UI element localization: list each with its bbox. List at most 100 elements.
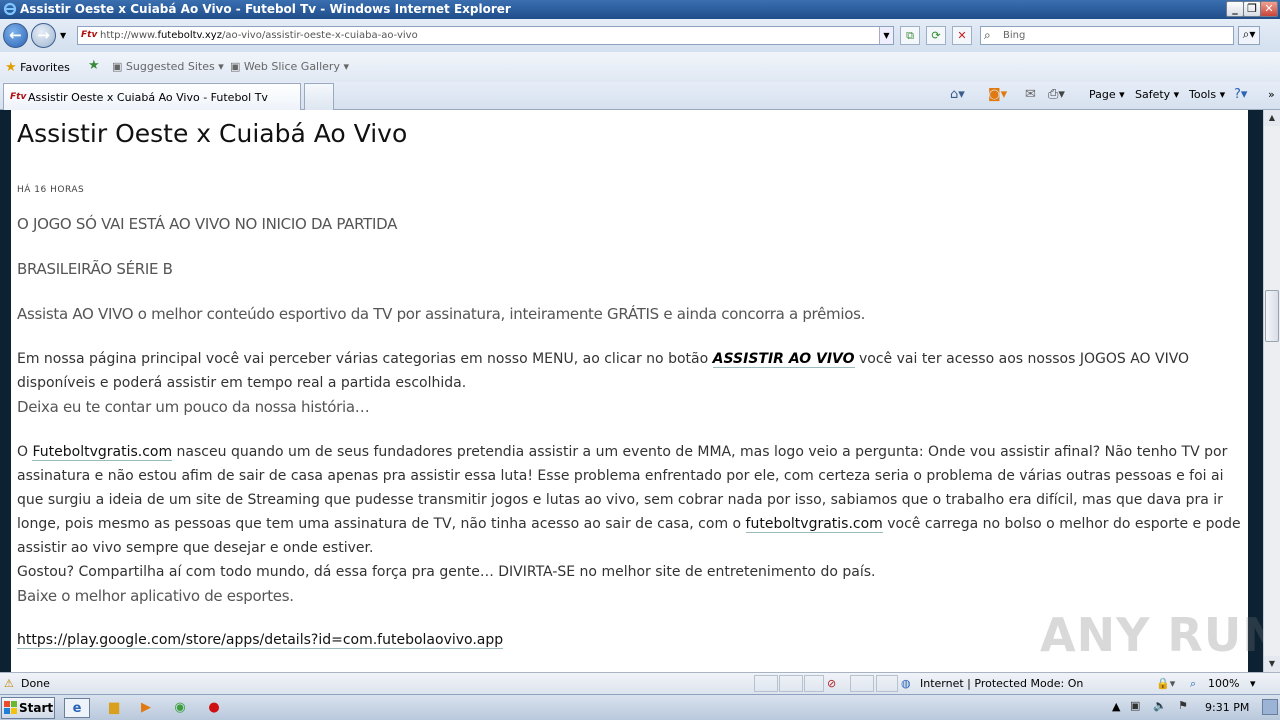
site-favicon: Ftv	[81, 30, 98, 40]
favorites-button[interactable]: ★ Favorites	[5, 60, 70, 75]
status-segment	[754, 675, 778, 692]
zoom-icon: ⌕	[1190, 677, 1197, 690]
back-arrow-icon: ←	[9, 26, 22, 44]
popup-blocker-icon[interactable]: ⊘	[827, 677, 836, 690]
add-favorite-icon[interactable]: ★	[88, 58, 100, 73]
forward-arrow-icon: →	[37, 26, 50, 44]
warning-icon: ⚠	[4, 677, 14, 690]
tab-label: Assistir Oeste x Cuiabá Ao Vivo - Futebo…	[28, 91, 268, 104]
tray-expand-icon[interactable]: ▲	[1112, 700, 1120, 713]
futeboltvgratis-link-2[interactable]: futeboltvgratis.com	[745, 516, 883, 533]
security-zone: Internet | Protected Mode: On	[920, 677, 1084, 690]
print-icon[interactable]: ⎙▾	[1048, 87, 1065, 102]
chrome-icon[interactable]: ◉	[167, 698, 193, 718]
paragraph-history: O Futeboltvgratis.com nasceu quando um d…	[17, 444, 1241, 556]
suggested-sites-button[interactable]: ▣ Suggested Sites ▾	[112, 60, 224, 73]
ie-window: Assistir Oeste x Cuiabá Ao Vivo - Futebo…	[0, 0, 1280, 720]
close-button[interactable]: ✕	[1260, 1, 1278, 17]
ie-page-icon: ▣	[112, 60, 123, 73]
tray-clock[interactable]: 9:31 PM	[1205, 701, 1249, 714]
paragraph-menu: Em nossa página principal você vai perce…	[17, 351, 1190, 391]
page-viewport: Assistir Oeste x Cuiabá Ao Vivo HÁ 16 HO…	[0, 110, 1263, 672]
status-text: Done	[21, 677, 50, 690]
status-bar: ⚠ Done ⊘ ◍ Internet | Protected Mode: On…	[0, 672, 1280, 694]
refresh-icon: ⟳	[931, 29, 941, 42]
read-mail-icon[interactable]: ✉	[1025, 87, 1036, 102]
feeds-icon[interactable]: ◙▾	[988, 87, 1007, 102]
magnifier-icon: ⌕▾	[1242, 27, 1256, 41]
lead-history: Deixa eu te contar um pouco da nossa his…	[17, 398, 370, 416]
help-icon[interactable]: ?▾	[1234, 87, 1247, 102]
stop-icon: ✕	[957, 29, 967, 42]
network-icon[interactable]: ▣	[1130, 699, 1140, 712]
volume-icon[interactable]: 🔈	[1153, 699, 1167, 712]
minimize-button[interactable]: _	[1226, 1, 1244, 17]
safety-menu[interactable]: Safety ▾	[1135, 88, 1179, 101]
url-prefix: http://www.	[100, 30, 158, 41]
web-slice-gallery-button[interactable]: ▣ Web Slice Gallery ▾	[230, 60, 349, 73]
futeboltvgratis-link[interactable]: Futeboltvgratis.com	[32, 444, 173, 461]
search-box[interactable]: ⌕ Bing	[980, 26, 1234, 45]
favorites-bar: ★ Favorites ★ ▣ Suggested Sites ▾ ▣ Web …	[0, 52, 1280, 82]
new-tab-button[interactable]	[304, 83, 334, 110]
taskbar: Start e ▆ ▶ ◉ ● ▲ ▣ 🔈 ⚑ 9:31 PM	[0, 694, 1280, 720]
recent-pages-dropdown[interactable]: ▼	[60, 31, 66, 40]
internet-zone-icon: ◍	[901, 677, 911, 690]
tab-active[interactable]: Ftv Assistir Oeste x Cuiabá Ao Vivo - Fu…	[3, 83, 301, 110]
ie-page-icon: ▣	[230, 60, 241, 73]
assistir-ao-vivo-link[interactable]: ASSISTIR AO VIVO	[712, 351, 855, 368]
forward-button[interactable]: →	[31, 23, 56, 48]
tools-menu[interactable]: Tools ▾	[1189, 88, 1225, 101]
search-placeholder: Bing	[1003, 30, 1026, 41]
scroll-down-icon[interactable]: ▼	[1264, 656, 1280, 672]
back-button[interactable]: ←	[3, 23, 28, 48]
start-button[interactable]: Start	[1, 697, 55, 719]
refresh-button[interactable]: ⟳	[926, 26, 946, 45]
explorer-folder-icon[interactable]: ▆	[101, 698, 127, 718]
lead-watch: Assista AO VIVO o melhor conteúdo esport…	[17, 305, 866, 323]
ie-taskbar-icon[interactable]: e	[64, 698, 90, 718]
action-center-flag-icon[interactable]: ⚑	[1178, 699, 1188, 712]
status-segment	[876, 675, 898, 692]
address-bar[interactable]: Ftv http://www.futeboltv.xyz/ao-vivo/ass…	[77, 26, 894, 45]
page-content: Assistir Oeste x Cuiabá Ao Vivo HÁ 16 HO…	[11, 110, 1248, 672]
restore-button[interactable]: ❐	[1243, 1, 1261, 17]
navigation-bar: ← → ▼ Ftv http://www.futeboltv.xyz/ao-vi…	[0, 19, 1280, 52]
home-icon[interactable]: ⌂▾	[950, 87, 965, 102]
zoom-level[interactable]: 100%	[1208, 677, 1239, 690]
vertical-scrollbar[interactable]: ▲ ▼	[1263, 110, 1280, 672]
page-menu[interactable]: Page ▾	[1089, 88, 1125, 101]
address-url[interactable]: http://www.futeboltv.xyz/ao-vivo/assisti…	[100, 30, 418, 41]
zoom-dropdown-icon[interactable]: ▾	[1250, 677, 1256, 690]
post-time: HÁ 16 HORAS	[17, 185, 85, 195]
compatibility-icon: ⧉	[906, 29, 914, 42]
page-title: Assistir Oeste x Cuiabá Ao Vivo	[17, 119, 408, 148]
status-segment	[850, 675, 874, 692]
app-store-link[interactable]: https://play.google.com/store/apps/detai…	[17, 632, 504, 649]
lead-live-notice: O JOGO SÓ VAI ESTÁ AO VIVO NO INICIO DA …	[17, 215, 398, 233]
paragraph-share: Gostou? Compartilha aí com todo mundo, d…	[17, 564, 876, 580]
scroll-thumb[interactable]	[1265, 290, 1279, 342]
chevron-more-icon[interactable]: »	[1268, 88, 1275, 101]
compatibility-view-button[interactable]: ⧉	[900, 26, 920, 45]
media-player-icon[interactable]: ▶	[133, 698, 159, 718]
show-desktop-button[interactable]	[1262, 699, 1278, 715]
search-icon: ⌕	[984, 28, 991, 42]
windows-logo-icon	[4, 701, 17, 714]
antivirus-icon[interactable]: ●	[201, 698, 227, 718]
address-dropdown-icon[interactable]: ▼	[879, 27, 893, 44]
ie-logo-icon	[3, 2, 17, 16]
change-status-icon[interactable]: 🔒▾	[1156, 677, 1175, 690]
star-icon: ★	[5, 60, 17, 75]
scroll-up-icon[interactable]: ▲	[1264, 110, 1280, 126]
lead-league: BRASILEIRÃO SÉRIE B	[17, 260, 173, 278]
status-segment	[804, 675, 824, 692]
tab-bar: Ftv Assistir Oeste x Cuiabá Ao Vivo - Fu…	[0, 82, 1280, 110]
stop-button[interactable]: ✕	[952, 26, 972, 45]
anyrun-watermark: ANY RUN	[1040, 608, 1280, 662]
url-path: /ao-vivo/assistir-oeste-x-cuiaba-ao-vivo	[221, 30, 418, 41]
url-domain: futeboltv.xyz	[157, 30, 222, 41]
lead-app: Baixe o melhor aplicativo de esportes.	[17, 587, 294, 605]
search-button[interactable]: ⌕▾	[1238, 26, 1260, 45]
status-segment	[779, 675, 803, 692]
